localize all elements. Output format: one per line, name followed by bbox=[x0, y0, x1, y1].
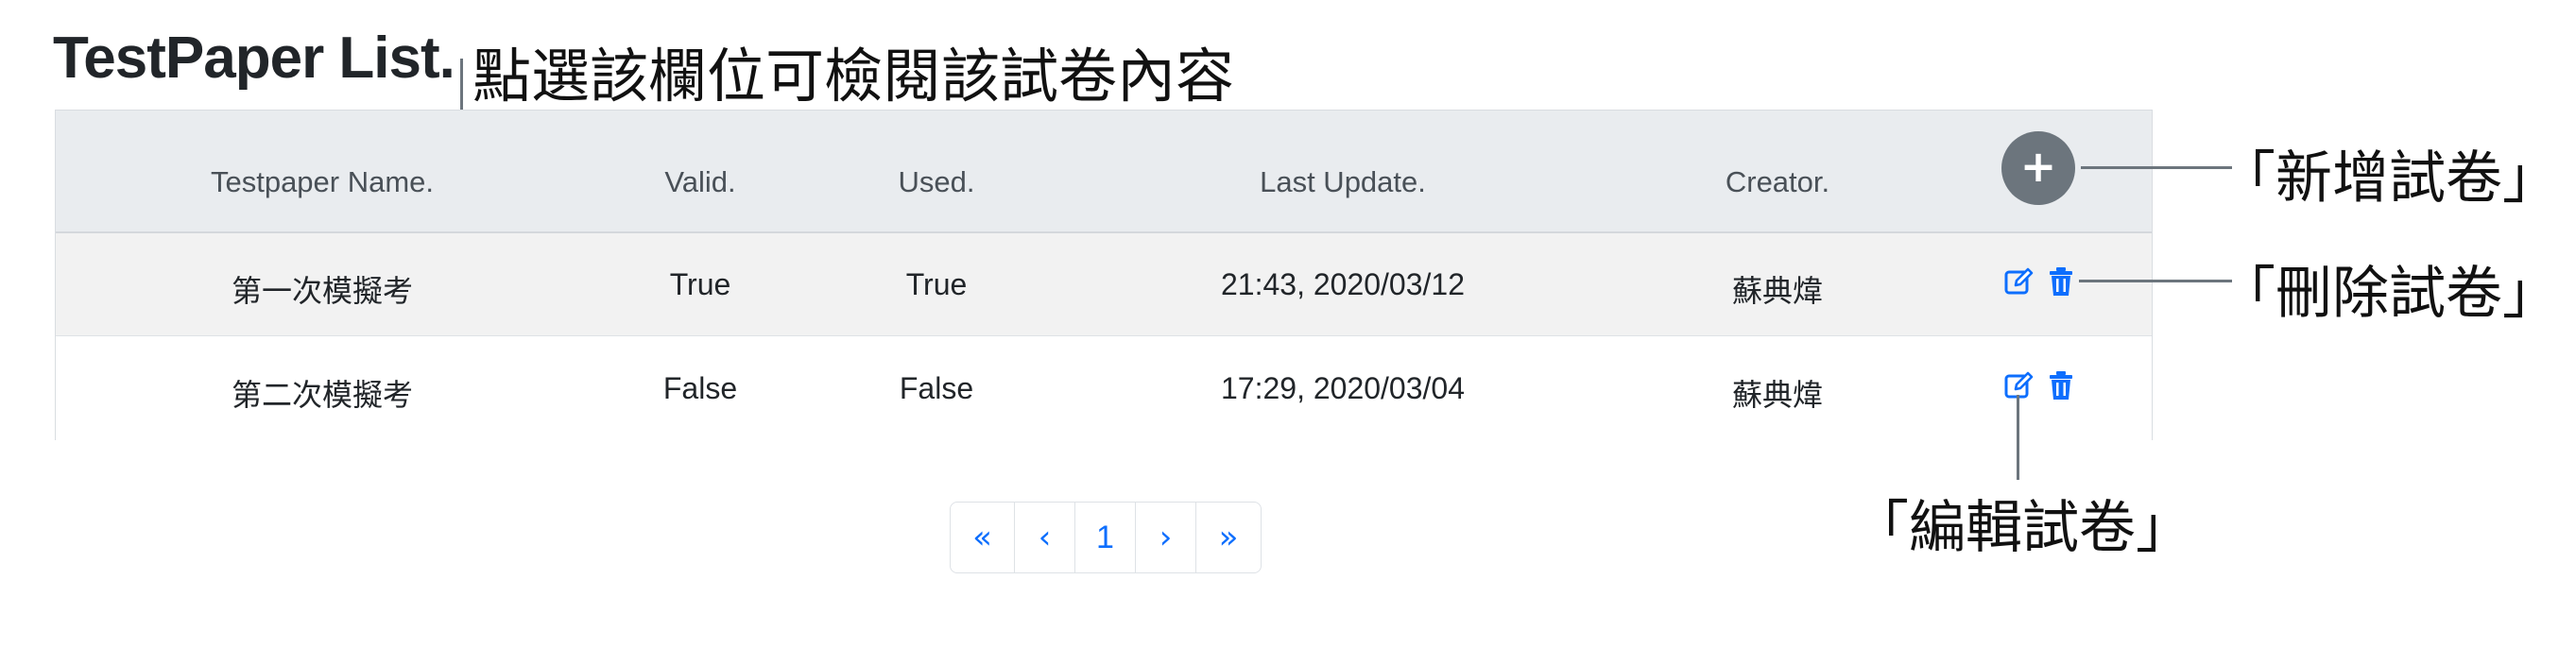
cell-last-update: 21:43, 2020/03/12 bbox=[1220, 267, 1466, 301]
testpaper-table: Testpaper Name. Valid. Used. Last Update… bbox=[55, 110, 2153, 440]
table-header: Testpaper Name. Valid. Used. Last Update… bbox=[56, 111, 2152, 233]
page-1-button[interactable]: 1 bbox=[1075, 503, 1136, 572]
cell-valid: True bbox=[669, 267, 731, 301]
annotation-delete: 「刪除試卷」 bbox=[2219, 261, 2559, 327]
table-row[interactable]: 第二次模擬考 False False 17:29, 2020/03/04 蘇典煒 bbox=[56, 337, 2152, 440]
table-row[interactable]: 第一次模擬考 True True 21:43, 2020/03/12 蘇典煒 bbox=[56, 233, 2152, 336]
cell-name[interactable]: 第一次模擬考 bbox=[232, 267, 413, 311]
cell-name[interactable]: 第二次模擬考 bbox=[232, 371, 413, 415]
trash-icon[interactable] bbox=[2045, 369, 2077, 401]
edit-icon[interactable] bbox=[2003, 369, 2035, 401]
cell-last-update: 17:29, 2020/03/04 bbox=[1220, 371, 1466, 405]
annotation-line-delete bbox=[2079, 280, 2232, 282]
cell-creator: 蘇典煒 bbox=[1731, 377, 1824, 413]
annotation-line-add bbox=[2081, 166, 2232, 169]
last-page-button[interactable]: » bbox=[1196, 503, 1261, 572]
cell-used: True bbox=[905, 267, 968, 301]
cell-creator: 蘇典煒 bbox=[1731, 273, 1824, 309]
header-last-update: Last Update. bbox=[1260, 165, 1426, 198]
annotation-add: 「新增試卷」 bbox=[2219, 145, 2559, 212]
header-valid: Valid. bbox=[664, 165, 736, 198]
trash-icon[interactable] bbox=[2045, 265, 2077, 298]
next-page-button[interactable]: › bbox=[1136, 503, 1196, 572]
page-title: TestPaper List. bbox=[53, 26, 455, 91]
pagination: « ‹ 1 › » bbox=[950, 502, 1262, 573]
header-name: Testpaper Name. bbox=[210, 165, 435, 198]
header-used: Used. bbox=[898, 165, 975, 198]
prev-page-button[interactable]: ‹ bbox=[1015, 503, 1075, 572]
first-page-button[interactable]: « bbox=[951, 503, 1015, 572]
annotation-column-hint: 點選該欄位可檢閱該試卷內容 bbox=[472, 42, 1235, 111]
cell-used: False bbox=[899, 371, 974, 405]
annotation-line-edit bbox=[2017, 395, 2019, 480]
annotation-edit: 「編輯試卷」 bbox=[1852, 495, 2192, 561]
header-creator: Creator. bbox=[1725, 165, 1830, 198]
edit-icon[interactable] bbox=[2003, 265, 2035, 298]
cell-valid: False bbox=[662, 371, 738, 405]
add-testpaper-button[interactable]: + bbox=[2001, 131, 2075, 205]
